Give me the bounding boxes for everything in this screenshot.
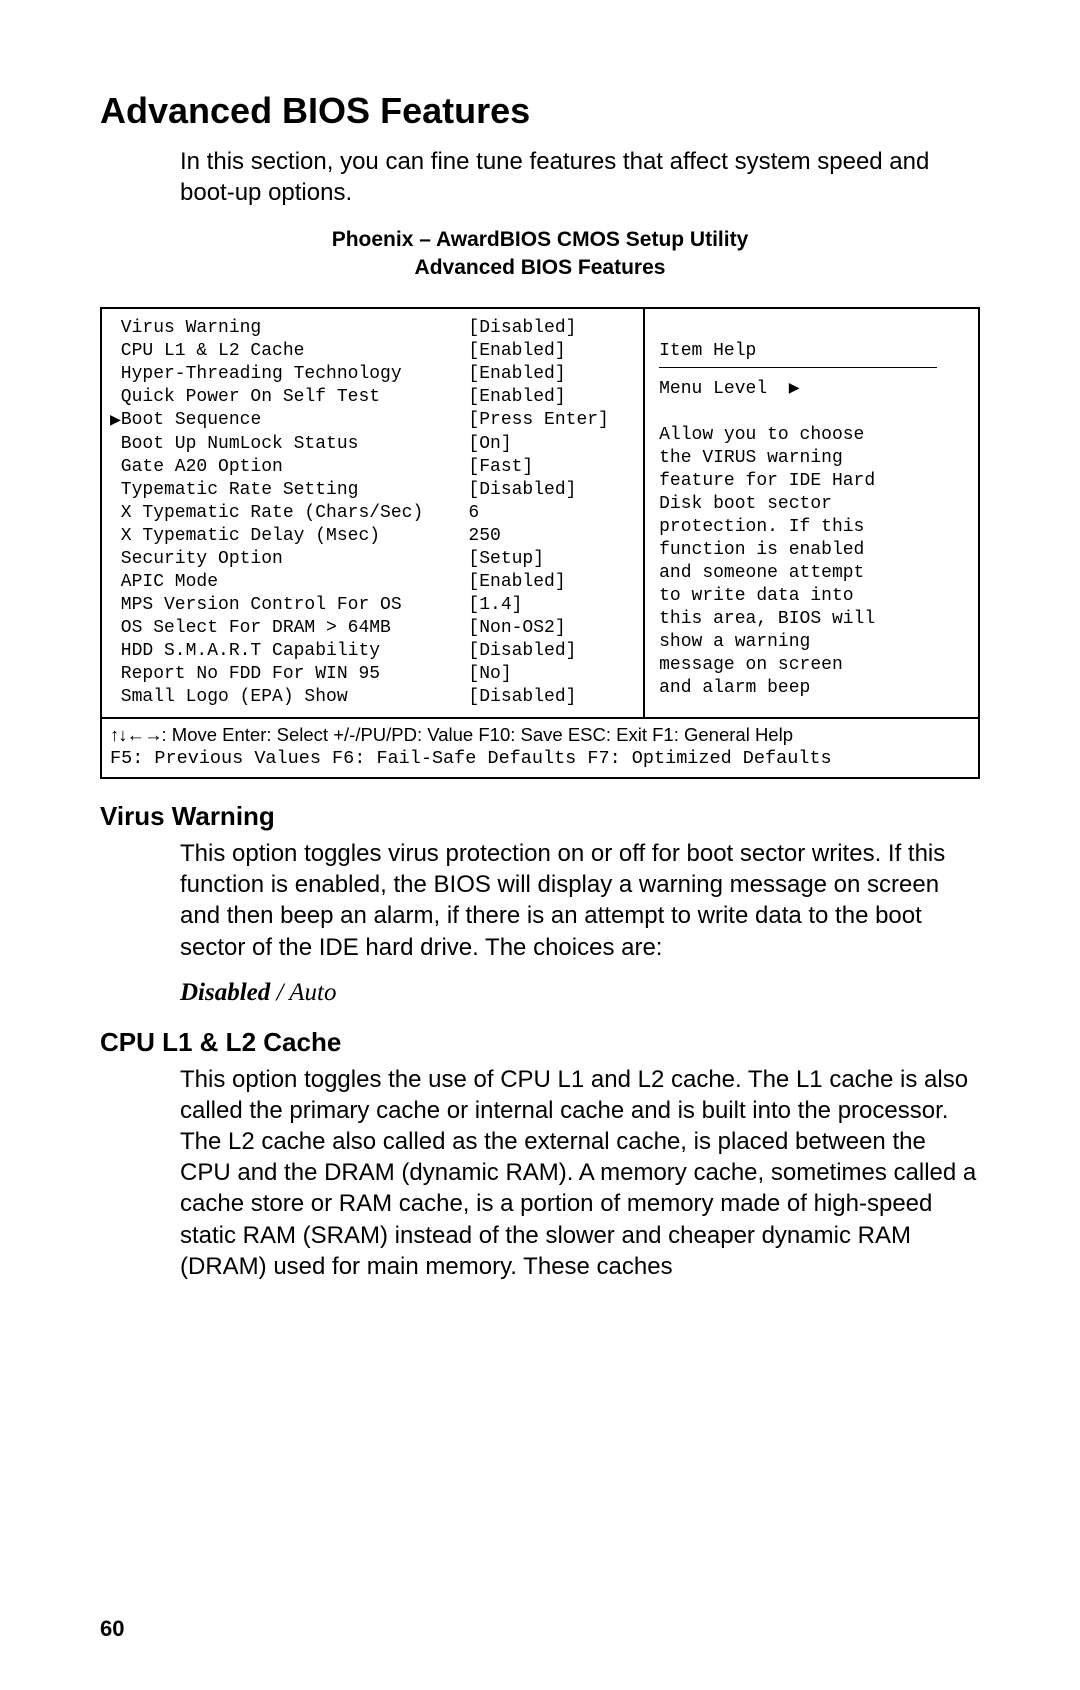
bios-setting-row: HDD S.M.A.R.T Capability[Disabled] [110, 640, 637, 663]
help-spacer2 [659, 401, 968, 424]
setting-label: CPU L1 & L2 Cache [110, 340, 468, 363]
setting-label: Small Logo (EPA) Show [110, 686, 468, 709]
menu-level-arrow-icon: ▶ [789, 379, 800, 399]
help-line: message on screen [659, 654, 968, 677]
bios-header-line2: Advanced BIOS Features [415, 256, 666, 279]
setting-label: Quick Power On Self Test [110, 386, 468, 409]
section-heading: CPU L1 & L2 Cache [100, 1027, 980, 1058]
submenu-arrow-icon: ▶ [110, 410, 121, 433]
setting-value: 250 [468, 525, 637, 548]
bios-settings-box: Virus Warning[Disabled] CPU L1 & L2 Cach… [100, 307, 980, 779]
setting-label: Gate A20 Option [110, 456, 468, 479]
setting-label: MPS Version Control For OS [110, 594, 468, 617]
setting-value: [Enabled] [468, 386, 637, 409]
setting-value: [On] [468, 433, 637, 456]
setting-value: [Enabled] [468, 571, 637, 594]
help-line: protection. If this [659, 516, 968, 539]
menu-level-row: Menu Level ▶ [659, 378, 968, 401]
choice-default: Disabled [180, 979, 270, 1006]
choice-separator: / [270, 979, 289, 1006]
setting-value: [Enabled] [468, 363, 637, 386]
bios-top-area: Virus Warning[Disabled] CPU L1 & L2 Cach… [102, 309, 978, 717]
bios-setting-row: Virus Warning[Disabled] [110, 317, 637, 340]
bios-setting-row: Boot Up NumLock Status[On] [110, 433, 637, 456]
choice-alt: Auto [289, 979, 336, 1006]
page-number: 60 [100, 1616, 124, 1642]
section-body: This option toggles the use of CPU L1 an… [180, 1064, 980, 1282]
setting-value: [No] [468, 663, 637, 686]
setting-label: OS Select For DRAM > 64MB [110, 617, 468, 640]
help-line: Disk boot sector [659, 493, 968, 516]
setting-label: Report No FDD For WIN 95 [110, 663, 468, 686]
document-page: Advanced BIOS Features In this section, … [0, 0, 1080, 1690]
item-help-title: Item Help [659, 340, 968, 363]
setting-value: [Disabled] [468, 317, 637, 340]
bios-setting-row: CPU L1 & L2 Cache[Enabled] [110, 340, 637, 363]
setting-label: Security Option [110, 548, 468, 571]
bios-header: Phoenix – AwardBIOS CMOS Setup Utility A… [100, 226, 980, 281]
setting-value: [Setup] [468, 548, 637, 571]
bios-settings-list: Virus Warning[Disabled] CPU L1 & L2 Cach… [102, 309, 645, 717]
setting-label: Typematic Rate Setting [110, 479, 468, 502]
section-body: This option toggles virus protection on … [180, 838, 980, 963]
help-divider [659, 367, 937, 368]
bios-setting-row: ▶Boot Sequence[Press Enter] [110, 409, 637, 433]
help-line: feature for IDE Hard [659, 470, 968, 493]
help-line: the VIRUS warning [659, 447, 968, 470]
bios-setting-row: Typematic Rate Setting[Disabled] [110, 479, 637, 502]
help-text: Allow you to choosethe VIRUS warningfeat… [659, 424, 968, 700]
help-line: and someone attempt [659, 562, 968, 585]
bios-setting-row: Security Option[Setup] [110, 548, 637, 571]
setting-label: ▶Boot Sequence [110, 409, 468, 433]
setting-value: [1.4] [468, 594, 637, 617]
bios-setting-row: X Typematic Delay (Msec)250 [110, 525, 637, 548]
setting-value: [Disabled] [468, 686, 637, 709]
help-line: and alarm beep [659, 677, 968, 700]
setting-value: [Press Enter] [468, 409, 637, 433]
bios-help-panel: Item Help Menu Level ▶ Allow you to choo… [645, 309, 978, 717]
bios-setting-row: Small Logo (EPA) Show[Disabled] [110, 686, 637, 709]
bios-setting-row: Hyper-Threading Technology[Enabled] [110, 363, 637, 386]
footer-line2: F5: Previous Values F6: Fail-Safe Defaul… [110, 747, 970, 771]
bios-setting-row: Report No FDD For WIN 95[No] [110, 663, 637, 686]
bios-setting-row: Quick Power On Self Test[Enabled] [110, 386, 637, 409]
bios-setting-row: OS Select For DRAM > 64MB[Non-OS2] [110, 617, 637, 640]
help-line: function is enabled [659, 539, 968, 562]
intro-paragraph: In this section, you can fine tune featu… [180, 146, 980, 208]
arrow-keys-icon: ↑↓←→ [110, 724, 162, 745]
help-spacer [659, 317, 968, 340]
footer-line1-text: : Move Enter: Select +/-/PU/PD: Value F1… [162, 724, 794, 745]
setting-value: [Disabled] [468, 479, 637, 502]
setting-label: HDD S.M.A.R.T Capability [110, 640, 468, 663]
setting-value: [Fast] [468, 456, 637, 479]
page-title: Advanced BIOS Features [100, 90, 980, 132]
setting-value: [Enabled] [468, 340, 637, 363]
setting-label: X Typematic Delay (Msec) [110, 525, 468, 548]
menu-level-label: Menu Level [659, 379, 767, 399]
bios-header-line1: Phoenix – AwardBIOS CMOS Setup Utility [332, 228, 749, 251]
section-choices: Disabled / Auto [180, 979, 980, 1007]
setting-label: Hyper-Threading Technology [110, 363, 468, 386]
setting-value: [Disabled] [468, 640, 637, 663]
footer-line1: ↑↓←→: Move Enter: Select +/-/PU/PD: Valu… [110, 723, 970, 747]
setting-value: [Non-OS2] [468, 617, 637, 640]
bios-setting-row: MPS Version Control For OS[1.4] [110, 594, 637, 617]
section-heading: Virus Warning [100, 801, 980, 832]
bios-setting-row: X Typematic Rate (Chars/Sec)6 [110, 502, 637, 525]
help-line: show a warning [659, 631, 968, 654]
setting-value: 6 [468, 502, 637, 525]
help-line: Allow you to choose [659, 424, 968, 447]
bios-setting-row: APIC Mode[Enabled] [110, 571, 637, 594]
help-line: to write data into [659, 585, 968, 608]
setting-label: Virus Warning [110, 317, 468, 340]
setting-label: Boot Up NumLock Status [110, 433, 468, 456]
setting-label: X Typematic Rate (Chars/Sec) [110, 502, 468, 525]
bios-setting-row: Gate A20 Option[Fast] [110, 456, 637, 479]
bios-footer: ↑↓←→: Move Enter: Select +/-/PU/PD: Valu… [102, 717, 978, 777]
help-line: this area, BIOS will [659, 608, 968, 631]
setting-label: APIC Mode [110, 571, 468, 594]
